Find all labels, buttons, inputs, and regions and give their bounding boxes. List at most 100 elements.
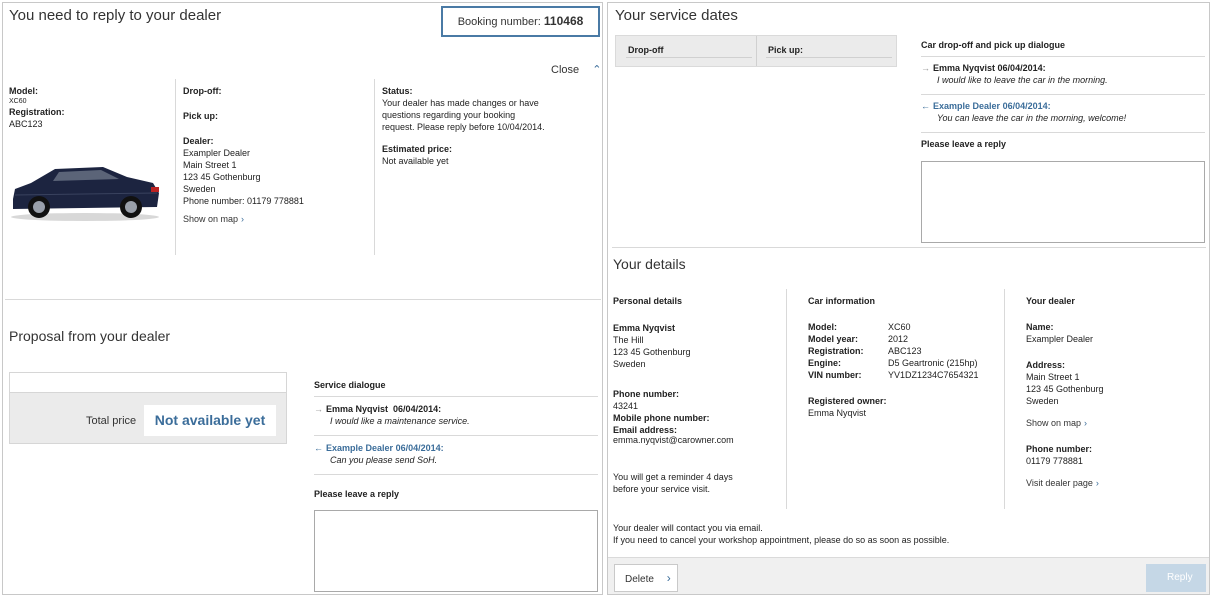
car-info-value: ABC123 xyxy=(888,346,922,356)
delete-label: Delete xyxy=(625,574,654,585)
your-dealer-heading: Your dealer xyxy=(1026,296,1075,306)
visit-dealer-page-link[interactable]: Visit dealer page › xyxy=(1026,477,1196,489)
phone-value: 43241 xyxy=(613,401,639,411)
owner-address-3: Sweden xyxy=(613,359,646,369)
dealer-name: Exampler Dealer xyxy=(183,148,251,158)
service-dates-box: Drop-off Pick up: xyxy=(615,35,897,67)
dialogue-author: Example Dealer xyxy=(326,443,394,453)
car-info-value: XC60 xyxy=(888,322,911,332)
booking-dealer-info: Drop-off: Pick up: Dealer: Exampler Deal… xyxy=(183,85,368,225)
arrow-left-icon: ← xyxy=(921,101,930,111)
dropoff-reply-textarea[interactable] xyxy=(921,161,1205,243)
reply-textarea[interactable] xyxy=(314,510,598,592)
car-summary: Model: XC60 Registration: ABC123 xyxy=(9,85,169,130)
total-price-label: Total price xyxy=(86,415,137,427)
chevron-right-icon: › xyxy=(666,571,671,585)
footer-note-1: Your dealer will contact you via email. xyxy=(613,523,763,533)
dialogue-message: ← Example Dealer 06/04/2014: Can you plea… xyxy=(314,436,598,475)
dialogue-author: Example Dealer xyxy=(933,101,1001,111)
close-toggle[interactable]: Close ⌃ xyxy=(551,63,601,76)
chevron-right-icon: › xyxy=(1095,478,1099,488)
dialogue-message: → Emma Nyqvist 06/04/2014: I would like t… xyxy=(921,57,1205,95)
model-value: XC60 xyxy=(9,98,27,105)
dialogue-author: Emma Nyqvist xyxy=(933,63,996,73)
dealer-country: Sweden xyxy=(183,184,216,194)
booking-panel: You need to reply to your dealer Booking… xyxy=(2,2,603,595)
close-label: Close xyxy=(551,64,580,76)
details-title: Your details xyxy=(613,256,686,272)
booking-number-box: Booking number: 110468 xyxy=(441,6,600,37)
dialogue-text: I would like a maintenance service. xyxy=(330,416,470,426)
proposal-title: Proposal from your dealer xyxy=(9,328,171,344)
car-info-value: D5 Geartronic (215hp) xyxy=(888,358,978,368)
dialogue-text: You can leave the car in the morning, we… xyxy=(937,113,1127,123)
estimated-price-label: Estimated price: xyxy=(382,144,453,154)
dialogue-message: ← Example Dealer 06/04/2014: You can leav… xyxy=(921,95,1205,133)
delete-button[interactable]: Delete › xyxy=(614,564,678,592)
dialogue-date: 06/04/2014: xyxy=(1002,101,1051,111)
reply-button[interactable]: Reply › xyxy=(1146,564,1206,592)
car-info-label: Model: xyxy=(808,322,837,332)
price-box: Total price Not available yet xyxy=(9,372,287,444)
car-information: Car information Model: XC60 Model year: 20… xyxy=(808,295,998,419)
car-info-value: YV1DZ1234C7654321 xyxy=(888,370,979,380)
car-info-table: Model: XC60 Model year: 2012 Registration:… xyxy=(808,321,979,381)
footer-notes: Your dealer will contact you via email. … xyxy=(613,522,1203,546)
arrow-right-icon: → xyxy=(314,404,323,414)
dialogue-date: 06/04/2014: xyxy=(393,404,442,414)
car-info-label: VIN number: xyxy=(808,370,862,380)
dropoff-dialogue-title: Car drop-off and pick up dialogue xyxy=(921,40,1205,57)
page-title: You need to reply to your dealer xyxy=(9,7,222,24)
service-dropoff-label: Drop-off xyxy=(628,45,664,55)
dealer-address-2: 123 45 Gothenburg xyxy=(1026,384,1104,394)
your-dealer: Your dealer Name: Exampler Dealer Addres… xyxy=(1026,295,1196,489)
show-on-map-label: Show on map xyxy=(183,214,239,224)
service-dialogue-label: Service dialogue xyxy=(314,380,598,397)
dealer-phone: Phone number: 01179 778881 xyxy=(183,196,304,206)
estimated-price-value: Not available yet xyxy=(382,156,449,166)
reply-label: Please leave a reply xyxy=(314,489,400,499)
car-info-row: Model year: 2012 xyxy=(808,333,979,345)
chevron-right-icon: › xyxy=(241,214,245,224)
dropoff-label: Drop-off: xyxy=(183,86,222,96)
personal-details-heading: Personal details xyxy=(613,296,683,306)
car-info-value: 2012 xyxy=(888,334,909,344)
action-bar: Delete › Reply › xyxy=(608,557,1209,594)
dealer-phone-value: 01179 778881 xyxy=(1026,456,1083,466)
service-panel: Your service dates Drop-off Pick up: Car… xyxy=(607,2,1210,595)
car-info-row: Registration: ABC123 xyxy=(808,345,979,357)
owner-name: Emma Nyqvist xyxy=(613,323,676,333)
booking-number-label: Booking number: xyxy=(457,16,541,28)
chevron-up-icon: ⌃ xyxy=(592,64,602,76)
registration-label: Registration: xyxy=(9,107,65,117)
show-on-map-link[interactable]: Show on map › xyxy=(183,213,368,225)
dealer-street: Main Street 1 xyxy=(183,160,237,170)
footer-note-2: If you need to cancel your workshop appo… xyxy=(613,535,950,545)
booking-number-value: 110468 xyxy=(543,14,584,28)
dealer-show-on-map-link[interactable]: Show on map › xyxy=(1026,417,1196,429)
dealer-label: Dealer: xyxy=(183,136,214,146)
registration-value: ABC123 xyxy=(9,119,43,129)
registered-owner-label: Registered owner: xyxy=(808,396,887,406)
status-info: Status: Your dealer has made changes or … xyxy=(382,85,547,167)
service-dialogue: Service dialogue → Emma Nyqvist 06/04/201… xyxy=(314,380,598,499)
dealer-name-value: Exampler Dealer xyxy=(1026,334,1094,344)
car-info-label: Engine: xyxy=(808,358,841,368)
reply-button-label: Reply xyxy=(1167,572,1193,583)
car-info-row: Engine: D5 Geartronic (215hp) xyxy=(808,357,979,369)
dealer-address-1: Main Street 1 xyxy=(1026,372,1080,382)
dealer-address-3: Sweden xyxy=(1026,396,1059,406)
car-info-heading: Car information xyxy=(808,296,876,306)
registered-owner-value: Emma Nyqvist xyxy=(808,408,867,418)
visit-dealer-page-label: Visit dealer page xyxy=(1026,478,1093,488)
pickup-label: Pick up: xyxy=(183,111,219,121)
car-info-row: VIN number: YV1DZ1234C7654321 xyxy=(808,369,979,381)
arrow-left-icon: ← xyxy=(314,443,323,453)
model-label: Model: xyxy=(9,86,38,96)
arrow-right-icon: → xyxy=(921,63,930,73)
dealer-city: 123 45 Gothenburg xyxy=(183,172,261,182)
service-pickup-label: Pick up: xyxy=(768,45,804,55)
car-info-label: Model year: xyxy=(808,334,859,344)
dealer-name-label: Name: xyxy=(1026,322,1054,332)
dealer-phone-label: Phone number: xyxy=(1026,444,1093,454)
